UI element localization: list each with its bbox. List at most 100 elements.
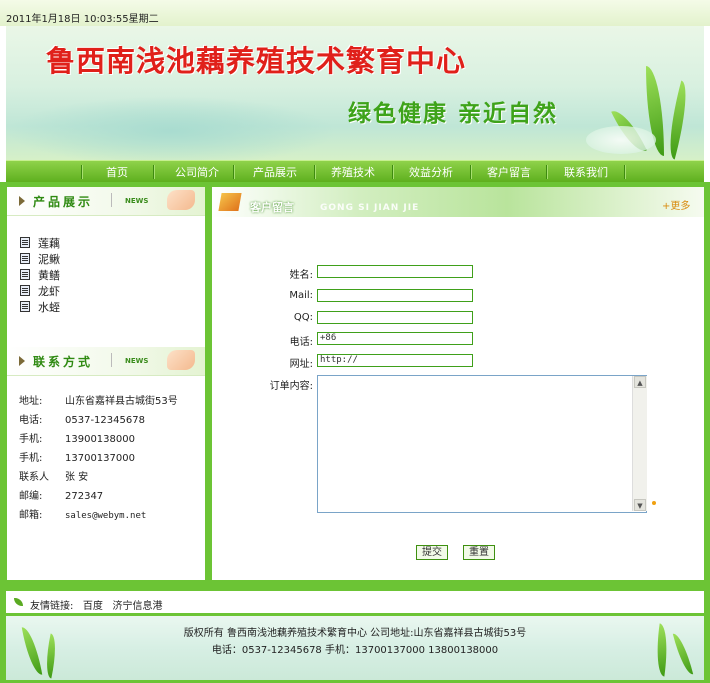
guestbook-title: 客户留言 — [250, 201, 294, 214]
name-field[interactable] — [317, 265, 473, 278]
contact-value: 272347 — [65, 491, 104, 502]
reset-button[interactable]: 重置 — [463, 545, 495, 560]
friend-link-jining[interactable]: 济宁信息港 — [112, 601, 162, 612]
contact-value: 0537-12345678 — [65, 415, 145, 426]
phone-label: 电话: — [289, 337, 313, 348]
document-icon — [20, 253, 30, 264]
arrow-right-icon — [19, 196, 25, 206]
mail-field[interactable] — [317, 289, 473, 302]
contact-label: 地址: — [19, 396, 43, 407]
url-label: 网址: — [289, 359, 313, 370]
news-badge: NEWS — [125, 197, 149, 205]
more-link[interactable]: +更多 — [662, 197, 690, 212]
qq-field[interactable] — [317, 311, 473, 324]
news-badge: NEWS — [125, 357, 149, 365]
mail-label: Mail: — [289, 290, 313, 301]
document-icon — [20, 269, 30, 280]
products-section-title: 产品展示 — [33, 195, 94, 209]
site-title: 鲁西南浅池藕养殖技术繁育中心 — [46, 44, 467, 78]
phone-field[interactable]: +86 — [317, 332, 473, 345]
contact-row: 电话: 0537-12345678 — [19, 411, 145, 426]
product-item[interactable]: 泥鳅 — [20, 251, 60, 267]
document-icon — [20, 301, 30, 312]
required-marker-icon — [652, 501, 656, 505]
friend-link-baidu[interactable]: 百度 — [83, 601, 103, 612]
submit-button[interactable]: 提交 — [416, 545, 448, 560]
nav-separator — [81, 165, 83, 179]
divider — [111, 353, 112, 367]
contact-value: 13900138000 — [65, 434, 135, 445]
water-decoration — [6, 96, 336, 160]
contact-label: 电话: — [19, 415, 43, 426]
copyright-text: 版权所有 鲁西南浅池藕养殖技术繁育中心 公司地址:山东省嘉祥县古城街53号 — [183, 628, 527, 639]
sidebar: 产品展示 NEWS 莲藕 泥鳅 黄鳝 龙虾 水蛭 联系方式 NEWS 地址: 山东… — [7, 187, 205, 580]
nav-separator — [153, 165, 155, 179]
nav-separator — [392, 165, 394, 179]
url-field[interactable]: http:// — [317, 354, 473, 367]
friend-links-label: 友情链接: — [30, 601, 74, 612]
contact-label: 邮箱: — [19, 510, 43, 521]
content-label: 订单内容: — [269, 381, 313, 392]
contact-row: 手机: 13700137000 — [19, 449, 135, 464]
nav-contact[interactable]: 联系我们 — [561, 164, 611, 180]
name-label: 姓名: — [289, 270, 313, 281]
contact-label: 手机: — [19, 453, 43, 464]
contact-section-header: 联系方式 NEWS — [7, 347, 205, 376]
contact-email[interactable]: sales@webym.net — [65, 511, 146, 521]
contact-label: 邮编: — [19, 491, 43, 502]
product-label: 莲藕 — [38, 237, 60, 250]
current-datetime: 2011年1月18日 10:03:55星期二 — [6, 14, 159, 25]
product-label: 黄鳝 — [38, 269, 60, 282]
textarea-scrollbar[interactable]: ▲ ▼ — [632, 376, 647, 511]
nav-benefit-analysis[interactable]: 效益分析 — [406, 164, 456, 180]
product-item[interactable]: 水蛭 — [20, 299, 60, 315]
water-lily-decoration — [586, 126, 656, 154]
arrow-right-icon — [19, 356, 25, 366]
contact-section-title: 联系方式 — [33, 355, 94, 369]
document-icon — [20, 237, 30, 248]
nav-separator — [470, 165, 472, 179]
scroll-down-icon[interactable]: ▼ — [634, 499, 646, 511]
footer-contact-text: 电话：0537-12345678 手机：13700137000 13800138… — [211, 645, 499, 656]
product-label: 龙虾 — [38, 285, 60, 298]
product-item[interactable]: 莲藕 — [20, 235, 60, 251]
nav-separator — [624, 165, 626, 179]
nav-techniques[interactable]: 养殖技术 — [328, 164, 378, 180]
contact-row: 邮箱: sales@webym.net — [19, 506, 146, 521]
nav-guestbook[interactable]: 客户留言 — [484, 164, 534, 180]
document-icon — [20, 285, 30, 296]
contact-value: 13700137000 — [65, 453, 135, 464]
scroll-up-icon[interactable]: ▲ — [634, 376, 646, 388]
nav-products[interactable]: 产品展示 — [250, 164, 300, 180]
contact-row: 地址: 山东省嘉祥县古城街53号 — [19, 392, 178, 407]
main-nav: 首页 公司简介 产品展示 养殖技术 效益分析 客户留言 联系我们 — [6, 160, 704, 183]
contact-label: 联系人 — [19, 472, 49, 483]
contact-row: 邮编: 272347 — [19, 487, 103, 502]
hand-icon — [167, 350, 195, 370]
divider — [111, 193, 112, 207]
pencil-icon — [218, 193, 242, 211]
nav-home[interactable]: 首页 — [102, 164, 132, 180]
friend-links: 友情链接: 百度 济宁信息港 — [30, 597, 162, 612]
product-item[interactable]: 龙虾 — [20, 283, 60, 299]
products-section-header: 产品展示 NEWS — [7, 187, 205, 216]
contact-value: 张 安 — [65, 472, 89, 483]
nav-about[interactable]: 公司简介 — [172, 164, 222, 180]
contact-row: 手机: 13900138000 — [19, 430, 135, 445]
nav-separator — [546, 165, 548, 179]
site-slogan: 绿色健康 亲近自然 — [348, 101, 559, 127]
contact-value: 山东省嘉祥县古城街53号 — [65, 396, 178, 407]
qq-label: QQ: — [293, 312, 313, 323]
header-banner: 鲁西南浅池藕养殖技术繁育中心 绿色健康 亲近自然 — [6, 26, 704, 160]
plant-leaf-decoration — [661, 80, 695, 160]
contact-row: 联系人 张 安 — [19, 468, 88, 483]
contact-label: 手机: — [19, 434, 43, 445]
guestbook-subtitle: GONG SI JIAN JIE — [320, 203, 420, 213]
hand-icon — [167, 190, 195, 210]
product-label: 水蛭 — [38, 301, 60, 314]
order-content-textarea[interactable] — [317, 375, 647, 513]
nav-separator — [233, 165, 235, 179]
product-label: 泥鳅 — [38, 253, 60, 266]
nav-separator — [314, 165, 316, 179]
product-item[interactable]: 黄鳝 — [20, 267, 60, 283]
